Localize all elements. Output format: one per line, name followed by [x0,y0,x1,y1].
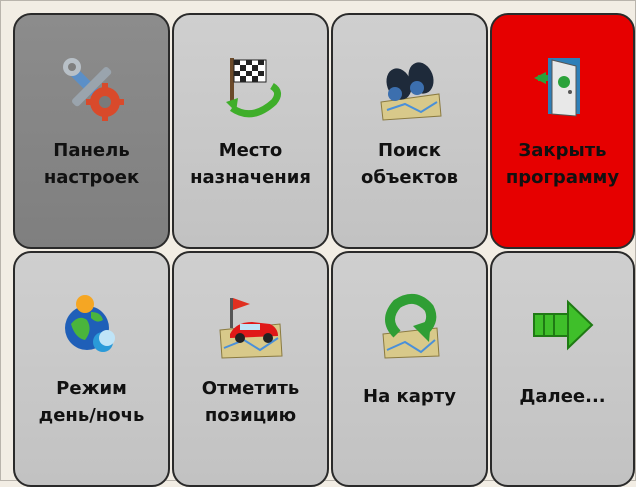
next-page-button[interactable]: Далее... [490,251,635,487]
mark-position-label: Отметить позицию [201,378,300,426]
map-return-arrow-icon [372,287,448,363]
next-page-label: Далее... [519,386,606,407]
exit-door-icon [525,49,601,125]
day-night-mode-button[interactable]: Режим день/ночь [13,251,170,487]
next-arrow-icon [525,287,601,363]
car-map-pin-icon [213,287,289,363]
destination-flag-icon [213,49,289,125]
exit-program-button[interactable]: Закрыть программу [490,13,635,249]
search-objects-label: Поиск объектов [360,140,459,188]
exit-program-label: Закрыть программу [505,140,620,188]
to-map-label: На карту [363,386,456,407]
destination-button[interactable]: Место назначения [172,13,329,249]
search-objects-button[interactable]: Поиск объектов [331,13,488,249]
mark-position-button[interactable]: Отметить позицию [172,251,329,487]
destination-label: Место назначения [190,140,311,188]
menu-frame: Панель настроек Место назначения Поиск о… [0,0,636,487]
settings-panel-label: Панель настроек [43,140,140,188]
globe-day-night-icon [54,287,130,363]
day-night-mode-label: Режим день/ночь [38,378,145,426]
settings-panel-button[interactable]: Панель настроек [13,13,170,249]
main-menu-grid: Панель настроек Место назначения Поиск о… [1,1,636,487]
binoculars-icon [372,49,448,125]
settings-tools-icon [54,49,130,125]
to-map-button[interactable]: На карту [331,251,488,487]
